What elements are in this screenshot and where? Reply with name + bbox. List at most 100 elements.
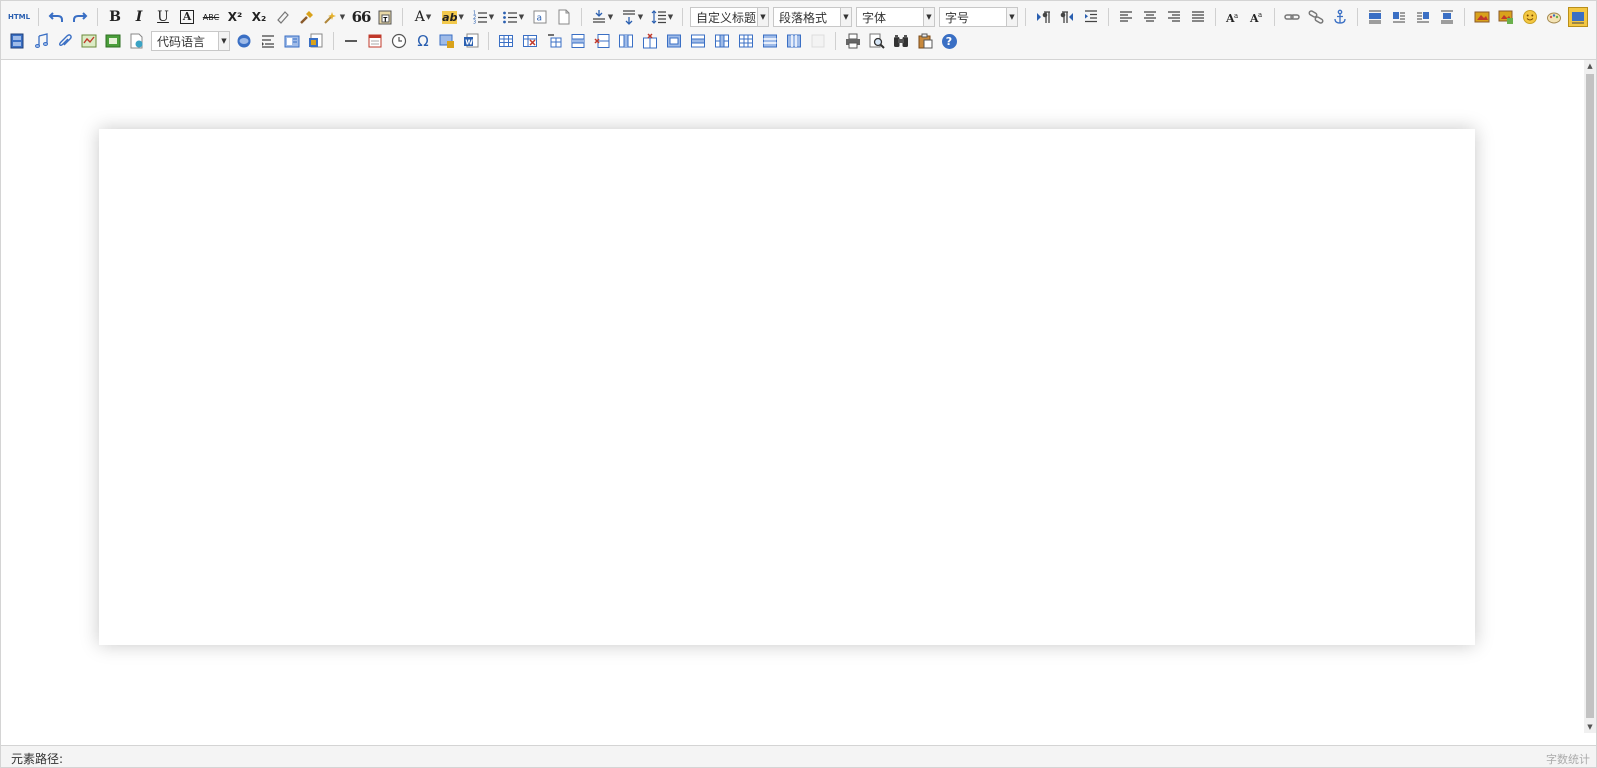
- source-icon[interactable]: HTML: [7, 7, 31, 27]
- fontborder-icon[interactable]: A: [177, 7, 197, 27]
- forecolor-icon[interactable]: A ▼: [410, 7, 436, 27]
- row-spacing-bottom-icon[interactable]: ▼: [619, 7, 645, 27]
- time-icon[interactable]: [389, 31, 409, 51]
- undo-icon[interactable]: [46, 7, 66, 27]
- charts-icon[interactable]: [808, 31, 828, 51]
- scroll-down-arrow-icon[interactable]: ▼: [1584, 721, 1596, 733]
- split-to-cells-icon[interactable]: [736, 31, 756, 51]
- unlink-icon[interactable]: [1306, 7, 1326, 27]
- bold-icon[interactable]: B: [105, 7, 125, 27]
- delete-table-icon[interactable]: [520, 31, 540, 51]
- insert-frame-icon[interactable]: [7, 31, 27, 51]
- map-icon[interactable]: [79, 31, 99, 51]
- scroll-up-arrow-icon[interactable]: ▲: [1584, 60, 1596, 72]
- toolbar-separator: [38, 8, 39, 26]
- template-icon[interactable]: [258, 31, 278, 51]
- underline-icon[interactable]: U: [153, 7, 173, 27]
- horizontal-icon[interactable]: [341, 31, 361, 51]
- split-to-rows-icon[interactable]: [760, 31, 780, 51]
- merge-down-icon[interactable]: [712, 31, 732, 51]
- insert-row-icon[interactable]: [568, 31, 588, 51]
- scrollbar-thumb[interactable]: [1586, 74, 1594, 718]
- direction-ltr-icon[interactable]: [1033, 7, 1053, 27]
- split-to-cols-icon[interactable]: [784, 31, 804, 51]
- help-icon[interactable]: ?: [939, 31, 959, 51]
- vertical-scrollbar[interactable]: ▲ ▼: [1584, 60, 1596, 733]
- font-family-select[interactable]: 字体 ▼: [856, 7, 935, 27]
- gmap-icon[interactable]: [103, 31, 123, 51]
- select-all-icon[interactable]: a: [530, 7, 550, 27]
- strikethrough-icon[interactable]: ABC: [201, 7, 221, 27]
- date-icon[interactable]: [365, 31, 385, 51]
- delete-col-icon[interactable]: [640, 31, 660, 51]
- superscript-icon[interactable]: X²: [225, 7, 245, 27]
- spechars-icon[interactable]: Ω: [413, 31, 433, 51]
- drafts-icon[interactable]: [915, 31, 935, 51]
- preview-icon[interactable]: [867, 31, 887, 51]
- chevron-down-icon: ▼: [757, 8, 768, 26]
- insert-image-icon[interactable]: [1496, 7, 1516, 27]
- direction-rtl-icon[interactable]: [1057, 7, 1077, 27]
- paragraph-select[interactable]: 段落格式 ▼: [773, 7, 852, 27]
- insert-code-icon[interactable]: [127, 31, 147, 51]
- merge-right-icon[interactable]: [688, 31, 708, 51]
- insert-paragraph-before-table-icon[interactable]: [544, 31, 564, 51]
- line-height-icon[interactable]: ▼: [649, 7, 675, 27]
- word-document-icon[interactable]: W: [461, 31, 481, 51]
- blockquote-icon[interactable]: 66: [351, 7, 372, 27]
- page-break-icon[interactable]: [234, 31, 254, 51]
- toolbar-row-1: HTML B I U A ABC X² X₂ ▼ 66 T A ▼ ab ▼ 123…: [5, 5, 1590, 29]
- print-icon[interactable]: [843, 31, 863, 51]
- auto-typeset-icon[interactable]: ▼: [321, 7, 347, 27]
- justify-right-icon[interactable]: [1164, 7, 1184, 27]
- row-spacing-top-icon[interactable]: ▼: [589, 7, 615, 27]
- toolbar-separator: [1274, 8, 1275, 26]
- subscript-icon[interactable]: X₂: [249, 7, 269, 27]
- insert-table-icon[interactable]: [496, 31, 516, 51]
- paste-plain-icon[interactable]: T: [375, 7, 395, 27]
- font-size-select[interactable]: 字号 ▼: [939, 7, 1018, 27]
- background-icon[interactable]: [282, 31, 302, 51]
- redo-icon[interactable]: [70, 7, 90, 27]
- searchreplace-image-icon[interactable]: [437, 31, 457, 51]
- image-right-icon[interactable]: [1413, 7, 1433, 27]
- search-replace-icon[interactable]: [891, 31, 911, 51]
- custom-style-select[interactable]: 自定义标题 ▼: [690, 7, 769, 27]
- scrawl-icon[interactable]: [1544, 7, 1564, 27]
- image-none-icon[interactable]: [1365, 7, 1385, 27]
- delete-row-icon[interactable]: [592, 31, 612, 51]
- justify-center-icon[interactable]: [1140, 7, 1160, 27]
- music-icon[interactable]: [31, 31, 51, 51]
- justify-left-icon[interactable]: [1116, 7, 1136, 27]
- merge-cells-icon[interactable]: [664, 31, 684, 51]
- simple-upload-icon[interactable]: [1472, 7, 1492, 27]
- italic-icon[interactable]: I: [129, 7, 149, 27]
- touppercase-icon[interactable]: Aa: [1223, 7, 1243, 27]
- indent-icon[interactable]: [1081, 7, 1101, 27]
- insert-col-icon[interactable]: [616, 31, 636, 51]
- backcolor-icon[interactable]: ab ▼: [440, 7, 466, 27]
- editor-content-area[interactable]: [1, 60, 1556, 733]
- link-icon[interactable]: [1282, 7, 1302, 27]
- anchor-icon[interactable]: [1330, 7, 1350, 27]
- image-center-icon[interactable]: [1437, 7, 1457, 27]
- svg-text:W: W: [465, 39, 473, 47]
- image-left-icon[interactable]: [1389, 7, 1409, 27]
- clear-doc-icon[interactable]: [554, 7, 574, 27]
- svg-text:a: a: [537, 14, 543, 24]
- chevron-down-icon: ▼: [923, 8, 934, 26]
- format-match-icon[interactable]: [297, 7, 317, 27]
- svg-text:a: a: [1258, 11, 1262, 19]
- unordered-list-icon[interactable]: ▼: [500, 7, 526, 27]
- ordered-list-icon[interactable]: 1 2 3 ▼: [470, 7, 496, 27]
- toolbar-separator: [1025, 8, 1026, 26]
- emotion-icon[interactable]: [1520, 7, 1540, 27]
- wordimage-icon[interactable]: [306, 31, 326, 51]
- remove-format-icon[interactable]: [273, 7, 293, 27]
- attachment-icon[interactable]: [55, 31, 75, 51]
- editor-page[interactable]: [99, 129, 1475, 645]
- tolowercase-icon[interactable]: Aa: [1247, 7, 1267, 27]
- insert-video-icon[interactable]: [1568, 7, 1588, 27]
- justify-full-icon[interactable]: [1188, 7, 1208, 27]
- code-language-select[interactable]: 代码语言 ▼: [151, 31, 230, 51]
